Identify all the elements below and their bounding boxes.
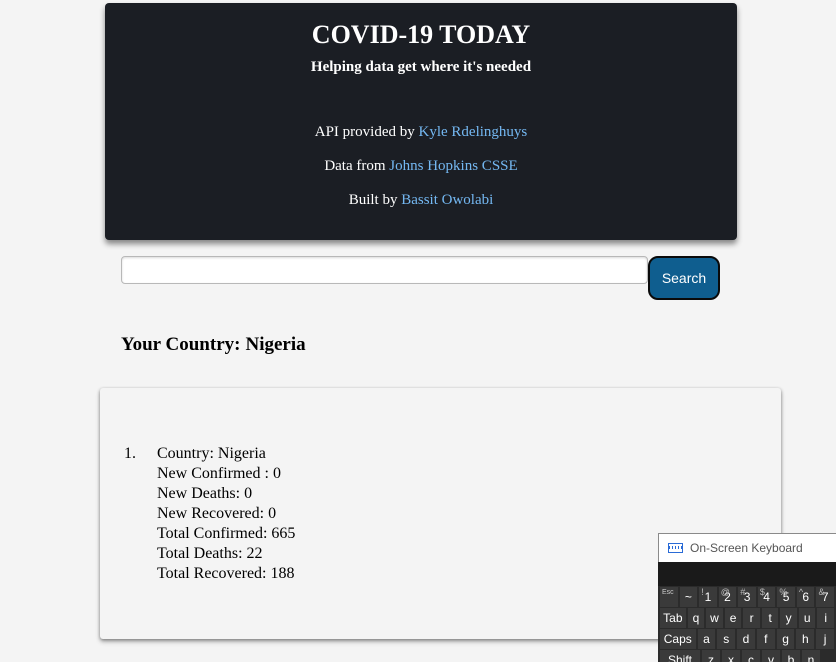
key-t[interactable]: t bbox=[761, 608, 779, 628]
key-tilde[interactable]: ~ bbox=[679, 587, 698, 607]
data-credit: Data from Johns Hopkins CSSE bbox=[105, 157, 737, 175]
key-e[interactable]: e bbox=[724, 608, 742, 628]
key-sub-label: % bbox=[779, 587, 788, 597]
key-b[interactable]: b bbox=[782, 650, 800, 662]
your-country-heading: Your Country: Nigeria bbox=[121, 334, 306, 356]
header-banner: COVID-19 TODAY Helping data get where it… bbox=[105, 3, 737, 240]
stat-new-confirmed: New Confirmed : 0 bbox=[157, 465, 281, 482]
key-label: 1 bbox=[704, 590, 712, 604]
osk-row-bottom-letters: Shift z x c v b n bbox=[660, 650, 836, 662]
your-country-label: Your Country: bbox=[121, 334, 241, 355]
key-label: 6 bbox=[802, 590, 810, 604]
key-d[interactable]: d bbox=[737, 629, 755, 649]
key-z[interactable]: z bbox=[702, 650, 720, 662]
key-sub-label: $ bbox=[759, 587, 765, 597]
key-w[interactable]: w bbox=[706, 608, 723, 628]
key-sub-label: & bbox=[818, 587, 825, 597]
built-credit-label: Built by bbox=[348, 192, 398, 208]
key-4[interactable]: $4 bbox=[757, 587, 776, 607]
key-caps[interactable]: Caps bbox=[660, 629, 696, 649]
key-2[interactable]: @2 bbox=[718, 587, 737, 607]
osk-title: On-Screen Keyboard bbox=[690, 541, 803, 555]
key-h[interactable]: h bbox=[796, 629, 815, 649]
stat-new-recovered: New Recovered: 0 bbox=[157, 505, 277, 522]
osk-row-home-letters: Caps a s d f g h j bbox=[660, 629, 836, 649]
data-credit-label: Data from bbox=[324, 158, 386, 174]
key-n[interactable]: n bbox=[802, 650, 820, 662]
stat-country: Country: Nigeria bbox=[157, 445, 266, 462]
stat-total-confirmed: Total Confirmed: 665 bbox=[157, 525, 296, 542]
key-sub-label: ^ bbox=[798, 587, 804, 597]
key-sub-label: ! bbox=[701, 587, 704, 597]
key-6[interactable]: ^ 6 bbox=[796, 587, 815, 607]
key-g[interactable]: g bbox=[776, 629, 795, 649]
key-r[interactable]: r bbox=[743, 608, 760, 628]
key-shift[interactable]: Shift bbox=[660, 650, 700, 662]
list-item: 1. Country: Nigeria New Confirmed : 0 Ne… bbox=[124, 444, 295, 584]
data-source-link[interactable]: Johns Hopkins CSSE bbox=[389, 158, 517, 174]
key-c[interactable]: c bbox=[742, 650, 760, 662]
key-y[interactable]: y bbox=[780, 608, 797, 628]
key-s[interactable]: s bbox=[717, 629, 736, 649]
key-v[interactable]: v bbox=[762, 650, 780, 662]
api-credit-label: API provided by bbox=[314, 124, 415, 140]
key-3[interactable]: #3 bbox=[738, 587, 756, 607]
keyboard-icon bbox=[668, 543, 683, 553]
stat-total-deaths: Total Deaths: 22 bbox=[157, 545, 263, 562]
osk-titlebar[interactable]: On-Screen Keyboard bbox=[658, 533, 836, 562]
search-input[interactable] bbox=[121, 256, 648, 284]
key-u[interactable]: u bbox=[798, 608, 816, 628]
list-item-number: 1. bbox=[124, 445, 136, 462]
your-country-value: Nigeria bbox=[245, 334, 306, 355]
key-tab[interactable]: Tab bbox=[660, 608, 686, 628]
stat-total-recovered: Total Recovered: 188 bbox=[157, 565, 295, 582]
on-screen-keyboard: On-Screen Keyboard Esc ~ ! 1 @2 #3 $4 % 5 … bbox=[658, 533, 836, 662]
key-j[interactable]: j bbox=[816, 629, 835, 649]
key-label: ~ bbox=[684, 590, 692, 604]
builder-link[interactable]: Bassit Owolabi bbox=[401, 192, 493, 208]
search-button[interactable]: Search bbox=[648, 256, 720, 300]
key-x[interactable]: x bbox=[722, 650, 740, 662]
key-sub-label: @ bbox=[720, 587, 730, 597]
key-f[interactable]: f bbox=[756, 629, 775, 649]
page-title: COVID-19 TODAY bbox=[311, 20, 531, 49]
list-item-details: Country: Nigeria New Confirmed : 0 New D… bbox=[157, 444, 295, 584]
api-author-link[interactable]: Kyle Rdelinghuys bbox=[419, 124, 528, 140]
osk-text-strip bbox=[658, 562, 836, 586]
key-a[interactable]: a bbox=[697, 629, 716, 649]
key-label: Esc bbox=[662, 589, 674, 596]
country-stats-list: 1. Country: Nigeria New Confirmed : 0 Ne… bbox=[124, 444, 295, 584]
osk-row-top-letters: Tab q w e r t y u i bbox=[660, 608, 836, 628]
built-credit: Built by Bassit Owolabi bbox=[105, 191, 737, 209]
key-q[interactable]: q bbox=[687, 608, 705, 628]
key-5[interactable]: % 5 bbox=[777, 587, 795, 607]
page-subtitle: Helping data get where it's needed bbox=[310, 59, 532, 75]
key-1[interactable]: ! 1 bbox=[699, 587, 717, 607]
osk-row-numbers: Esc ~ ! 1 @2 #3 $4 % 5 ^ 6 & 7 bbox=[660, 587, 836, 607]
key-7[interactable]: & 7 bbox=[816, 587, 835, 607]
key-i[interactable]: i bbox=[817, 608, 834, 628]
api-credit: API provided by Kyle Rdelinghuys bbox=[105, 123, 737, 141]
key-sub-label: # bbox=[740, 587, 746, 597]
key-esc[interactable]: Esc bbox=[660, 587, 678, 607]
stat-new-deaths: New Deaths: 0 bbox=[157, 485, 253, 502]
